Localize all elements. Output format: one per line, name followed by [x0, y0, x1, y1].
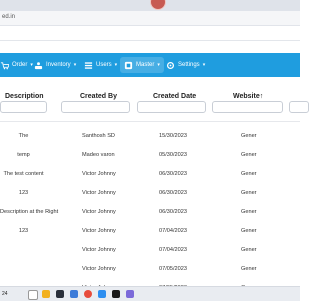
cell-created-date: 15/30/2023	[159, 133, 187, 139]
table-row[interactable]: The Santhosh SD 15/30/2023 Gener	[0, 127, 300, 146]
master-icon	[124, 61, 133, 69]
divider	[0, 121, 300, 122]
cell-website: Gener	[241, 247, 257, 253]
cell-description: 123	[18, 228, 29, 234]
nav-item-users[interactable]: Users ▾	[84, 53, 117, 77]
nav-item-master[interactable]: Master ▾	[120, 57, 164, 73]
nav-item-settings[interactable]: Settings ▾	[166, 53, 205, 77]
page-header-area	[0, 26, 300, 50]
nav-item-inventory[interactable]: Inventory ▾	[34, 53, 76, 77]
filter-input-website[interactable]	[212, 101, 283, 113]
nav-label: Inventory	[46, 62, 71, 68]
column-header-created-by[interactable]: Created By	[80, 93, 117, 100]
cell-created-by: Santhosh SD	[82, 133, 115, 139]
table-header: Description Created By Created Date Webs…	[0, 88, 309, 128]
filter-input-created-by[interactable]	[61, 101, 130, 113]
chrome-icon[interactable]	[84, 290, 92, 298]
cart-icon	[0, 61, 9, 69]
table-row[interactable]: 123 Victor Johnny 06/30/2023 Gener	[0, 184, 300, 203]
cell-created-date: 07/04/2023	[159, 228, 187, 234]
filter-input-description[interactable]	[0, 101, 47, 113]
cell-description: temp	[17, 152, 30, 158]
filter-input-created-date[interactable]	[137, 101, 206, 113]
url-text: ed.in	[2, 14, 16, 20]
column-header-website[interactable]: Website↑	[233, 93, 263, 100]
app-icon[interactable]	[126, 290, 134, 298]
start-icon[interactable]	[28, 290, 38, 300]
cell-created-date: 07/04/2023	[159, 247, 187, 253]
cell-created-by: Victor Johnny	[82, 228, 116, 234]
cell-description: 123	[18, 190, 29, 196]
cell-website: Gener	[241, 133, 257, 139]
cell-website: Gener	[241, 209, 257, 215]
weather-text: 24	[2, 291, 8, 297]
nav-label: Users	[96, 62, 112, 68]
chevron-down-icon: ▾	[30, 62, 33, 68]
file-explorer-icon[interactable]	[42, 290, 50, 298]
table-row[interactable]: temp Madeo varon 05/30/2023 Gener	[0, 146, 300, 165]
vscode-icon[interactable]	[98, 290, 106, 298]
nav-item-order[interactable]: Order ▾	[0, 53, 33, 77]
os-taskbar: 24	[0, 286, 300, 301]
sort-asc-icon: ↑	[259, 93, 264, 100]
cell-created-by: Madeo varon	[82, 152, 115, 158]
nav-label: Settings	[178, 62, 200, 68]
cell-created-date: 05/30/2023	[159, 152, 187, 158]
nav-label: Order	[12, 62, 28, 68]
cell-description: Description at the Right	[0, 209, 59, 215]
cell-created-by: Victor Johnny	[82, 171, 116, 177]
cell-created-by: Victor Johnny	[82, 266, 116, 272]
chevron-down-icon: ▾	[73, 62, 77, 68]
table-row[interactable]: Description at the Right Victor Johnny 06/…	[0, 203, 300, 222]
cell-created-date: 06/30/2023	[159, 171, 187, 177]
main-navigation: Order ▾ Inventory ▾ Users ▾ Master ▾ Set…	[0, 53, 300, 77]
chevron-down-icon: ▾	[114, 62, 118, 68]
cell-website: Gener	[241, 171, 257, 177]
table-row[interactable]: The test content Victor Johnny 06/30/2023 G…	[0, 165, 300, 184]
cell-website: Gener	[241, 152, 257, 158]
list-icon	[84, 61, 93, 69]
cell-created-date: 07/05/2023	[159, 266, 187, 272]
app-icon[interactable]	[70, 290, 78, 298]
divider	[0, 40, 300, 41]
table-row[interactable]: Victor Johnny 07/05/2023 Gener	[0, 260, 300, 279]
cell-website: Gener	[241, 190, 257, 196]
cell-website: Gener	[241, 228, 257, 234]
chevron-down-icon: ▾	[157, 62, 160, 68]
nav-label: Master	[136, 62, 155, 68]
cell-description: The	[18, 133, 29, 139]
cell-created-date: 06/30/2023	[159, 190, 187, 196]
table-row[interactable]: Victor Johnny 07/04/2023 Gener	[0, 241, 300, 260]
table-row[interactable]: 123 Victor Johnny 07/04/2023 Gener	[0, 222, 300, 241]
chevron-down-icon: ▾	[202, 62, 206, 68]
filter-input-next[interactable]	[289, 101, 309, 113]
gear-icon	[166, 61, 175, 69]
column-header-description[interactable]: Description	[5, 93, 44, 100]
cell-website: Gener	[241, 266, 257, 272]
app-icon[interactable]	[112, 290, 120, 298]
column-header-created-date[interactable]: Created Date	[153, 93, 196, 100]
cell-created-by: Victor Johnny	[82, 247, 116, 253]
terminal-icon[interactable]	[56, 290, 64, 298]
cell-created-by: Victor Johnny	[82, 209, 116, 215]
column-header-label: Website	[233, 93, 260, 100]
cell-created-date: 06/30/2023	[159, 209, 187, 215]
inventory-icon	[34, 61, 43, 69]
url-bar[interactable]: ed.in	[0, 11, 300, 26]
cell-created-by: Victor Johnny	[82, 190, 116, 196]
cell-description: The test content	[3, 171, 44, 177]
